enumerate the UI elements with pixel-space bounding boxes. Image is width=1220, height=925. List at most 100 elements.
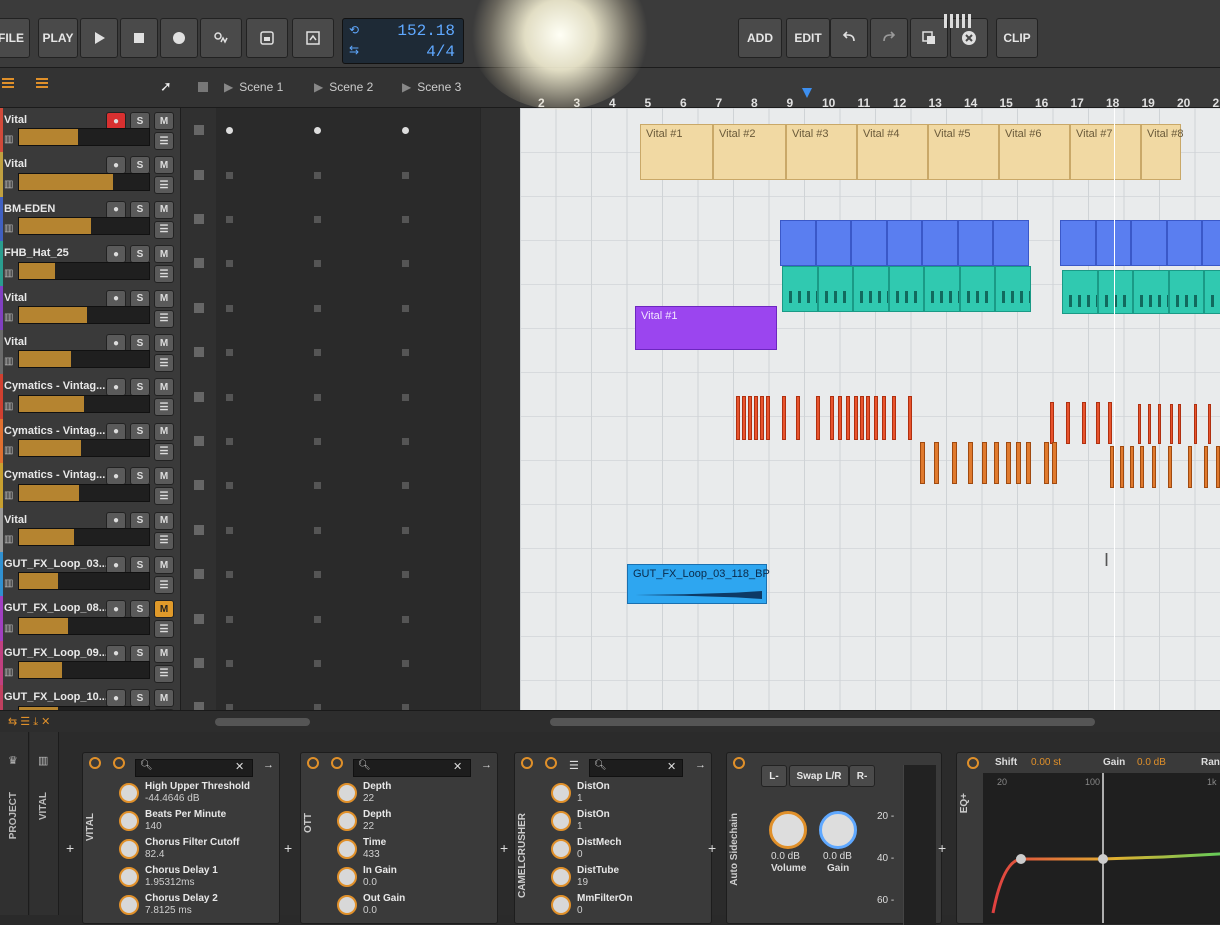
- scene-3[interactable]: ▶Scene 3: [402, 80, 461, 94]
- device-parameter[interactable]: Time 433: [337, 837, 495, 863]
- arrow-right-icon[interactable]: →: [695, 759, 706, 771]
- device-parameter[interactable]: Out Gain 0.0: [337, 893, 495, 919]
- clip-slot[interactable]: [304, 286, 393, 330]
- track-menu-button[interactable]: ☰: [154, 221, 174, 239]
- clip-slot[interactable]: [216, 330, 305, 374]
- track-header[interactable]: BM-EDEN ● S M ☰ ▥: [0, 197, 181, 241]
- drum-hit[interactable]: [968, 442, 973, 484]
- track-header[interactable]: GUT_FX_Loop_08... ● S M ☰ ▥: [0, 596, 181, 640]
- clip-slot[interactable]: [304, 241, 393, 285]
- track-volume-slider[interactable]: [18, 306, 150, 324]
- scrollbar-left[interactable]: [215, 718, 310, 726]
- drum-hit[interactable]: [1006, 442, 1011, 484]
- clip-slot[interactable]: [392, 108, 481, 152]
- device-parameter[interactable]: In Gain 0.0: [337, 865, 495, 891]
- drum-hit[interactable]: [748, 396, 752, 440]
- transport-display[interactable]: ⟲ ⇆ 152.18 4/4: [342, 18, 464, 64]
- parameter-knob[interactable]: [119, 811, 139, 831]
- device-parameter[interactable]: Depth 22: [337, 781, 495, 807]
- record-arm-button[interactable]: ●: [106, 600, 126, 618]
- parameter-knob[interactable]: [337, 783, 357, 803]
- drum-hit[interactable]: [908, 396, 912, 440]
- drum-hit[interactable]: [760, 396, 764, 440]
- device-parameter[interactable]: Chorus Filter Cutoff 82.4: [119, 837, 277, 863]
- device-parameter[interactable]: Chorus Delay 2 7.8125 ms: [119, 893, 277, 919]
- drum-hit[interactable]: [952, 442, 957, 484]
- drum-hit[interactable]: [1204, 446, 1208, 488]
- track-stop-button[interactable]: [194, 436, 204, 446]
- drum-hit[interactable]: [1140, 446, 1144, 488]
- mute-button[interactable]: M: [154, 290, 174, 308]
- clip-slot[interactable]: [216, 241, 305, 285]
- power-icon[interactable]: [89, 757, 101, 769]
- drum-hit[interactable]: [982, 442, 987, 484]
- drum-hit[interactable]: [1120, 446, 1124, 488]
- drum-hit[interactable]: [1148, 404, 1151, 444]
- mute-button[interactable]: M: [154, 378, 174, 396]
- solo-button[interactable]: S: [130, 245, 150, 263]
- drum-hit[interactable]: [854, 396, 858, 440]
- vital-clip[interactable]: Vital #1: [640, 124, 713, 180]
- drum-hit[interactable]: [736, 396, 740, 440]
- midi-clip[interactable]: [993, 220, 1029, 266]
- record-button[interactable]: [160, 18, 198, 58]
- drum-hit[interactable]: [830, 396, 834, 440]
- mute-button[interactable]: M: [154, 201, 174, 219]
- clip-slot[interactable]: [392, 641, 481, 685]
- mute-button[interactable]: M: [154, 156, 174, 174]
- drum-hit[interactable]: [1188, 446, 1192, 488]
- drum-hit[interactable]: [838, 396, 842, 440]
- parameter-knob[interactable]: [119, 867, 139, 887]
- track-stop-button[interactable]: [194, 214, 204, 224]
- track-row[interactable]: BM-EDEN ● S M ☰ ▥: [0, 197, 520, 242]
- track-header[interactable]: Vital ● S M ☰ ▥: [0, 152, 181, 196]
- arranger-timeline[interactable]: Vital #1Vital #2Vital #3Vital #4Vital #5…: [520, 108, 1220, 718]
- gain-knob[interactable]: [819, 811, 857, 849]
- solo-button[interactable]: S: [130, 334, 150, 352]
- record-arm-button[interactable]: ●: [106, 245, 126, 263]
- drum-hit[interactable]: [742, 396, 746, 440]
- device-parameter[interactable]: DistTube 19: [551, 865, 709, 891]
- track-volume-slider[interactable]: [18, 484, 150, 502]
- volume-knob[interactable]: [769, 811, 807, 849]
- drum-hit[interactable]: [1168, 446, 1172, 488]
- track-header[interactable]: Cymatics - Vintag... ● S M ☰ ▥: [0, 419, 181, 463]
- clip-slot[interactable]: [216, 419, 305, 463]
- drum-hit[interactable]: [994, 442, 999, 484]
- drum-hit[interactable]: [866, 396, 870, 440]
- track-row[interactable]: GUT_FX_Loop_03... ● S M ☰ ▥: [0, 552, 520, 597]
- eq-graph[interactable]: 20 100 1k: [983, 773, 1220, 923]
- drum-hit[interactable]: [860, 396, 864, 440]
- record-arm-button[interactable]: ●: [106, 201, 126, 219]
- midi-clip[interactable]: [851, 220, 887, 266]
- track-header[interactable]: Vital ● S M ☰ ▥: [0, 286, 181, 330]
- audio-clip[interactable]: [924, 266, 960, 312]
- drum-hit[interactable]: [1194, 404, 1197, 444]
- clip-slot[interactable]: [216, 641, 305, 685]
- audio-clip[interactable]: [818, 266, 854, 312]
- preset-icon[interactable]: [331, 757, 343, 769]
- automation-write-button[interactable]: [200, 18, 242, 58]
- clip-slot[interactable]: [304, 374, 393, 418]
- record-arm-button[interactable]: ●: [106, 556, 126, 574]
- track-header[interactable]: Vital ● S M ☰ ▥: [0, 108, 181, 152]
- mute-button[interactable]: M: [154, 423, 174, 441]
- parameter-knob[interactable]: [551, 811, 571, 831]
- track-volume-slider[interactable]: [18, 173, 150, 191]
- power-icon[interactable]: [733, 757, 745, 769]
- clip-slot[interactable]: [392, 152, 481, 196]
- track-row[interactable]: GUT_FX_Loop_08... ● S M ☰ ▥: [0, 596, 520, 641]
- clip-launcher-toggle-icon[interactable]: [36, 78, 48, 88]
- vital-clip[interactable]: Vital #4: [857, 124, 928, 180]
- add-device-button[interactable]: +: [284, 840, 292, 856]
- drum-hit[interactable]: [1096, 402, 1100, 444]
- edit-button[interactable]: EDIT: [786, 18, 830, 58]
- power-icon[interactable]: [967, 757, 979, 769]
- clip-slot[interactable]: [392, 596, 481, 640]
- track-stop-button[interactable]: [194, 614, 204, 624]
- solo-button[interactable]: S: [130, 689, 150, 707]
- preset-icon[interactable]: [113, 757, 125, 769]
- track-menu-button[interactable]: ☰: [154, 487, 174, 505]
- track-menu-button[interactable]: ☰: [154, 443, 174, 461]
- drum-hit[interactable]: [1044, 442, 1049, 484]
